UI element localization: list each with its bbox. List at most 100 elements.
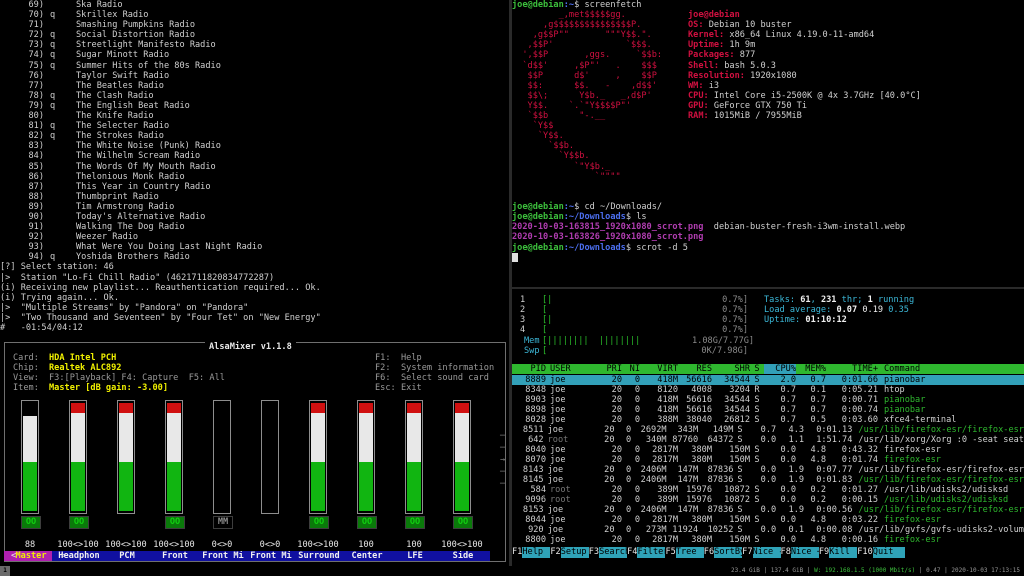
mute-toggle[interactable]: OO bbox=[21, 516, 41, 529]
pianobar-terminal[interactable]: 69) Ska Radio 70) q Skrillex Radio 71) Smashin… bbox=[0, 0, 508, 338]
column-header[interactable]: CPU% bbox=[764, 364, 796, 374]
process-row[interactable]: 642 root 20 0 340M 87760 64372 S 0.0 1.1 1:51.74/u… bbox=[512, 435, 1024, 445]
station-row[interactable]: 83) The White Noise (Punk) Radio bbox=[0, 141, 508, 151]
alsamixer-terminal[interactable]: AlsaMixer v1.1.8 Card: HDA Intel PCH Chip… bbox=[0, 338, 508, 566]
station-row[interactable]: 79) q The English Beat Radio bbox=[0, 101, 508, 111]
column-header[interactable]: MEM% bbox=[796, 364, 826, 374]
station-row[interactable]: 93) What Were You Doing Last Night Radio bbox=[0, 242, 508, 252]
volume-slider[interactable] bbox=[165, 400, 183, 514]
process-row[interactable]: 8898 joe 20 0 418M 56616 34544 S 0.7 0.7 0:00.74 pi… bbox=[512, 405, 1024, 415]
column-header[interactable]: S bbox=[750, 364, 764, 374]
volume-slider[interactable] bbox=[357, 400, 375, 514]
volume-slider[interactable] bbox=[69, 400, 87, 514]
mixer-channel[interactable]: MM 0<>0 Front Mi bbox=[196, 400, 250, 562]
volume-slider[interactable] bbox=[213, 400, 231, 514]
station-row[interactable]: 73) q Streetlight Manifesto Radio bbox=[0, 40, 508, 50]
fkey-nice-button[interactable]: Nice + bbox=[790, 547, 819, 558]
column-header[interactable]: NI bbox=[622, 364, 640, 374]
channel-name[interactable]: Surround bbox=[292, 551, 346, 562]
mixer-channel[interactable]: OO 100<>100 Headphon bbox=[52, 400, 106, 562]
channel-name[interactable]: PCM bbox=[100, 551, 154, 562]
station-row[interactable]: 81) q The Selecter Radio bbox=[0, 121, 508, 131]
process-row[interactable]: 8145 joe 20 0 2406M 147M 87836 S 0.0 1.9 0:01.83/u… bbox=[512, 475, 1024, 485]
fkey-help-button[interactable]: Help bbox=[522, 547, 551, 558]
process-table-header[interactable]: PID USER PRI NI VIRT RES SHR S CPU% MEM% TIME+ Comm… bbox=[512, 364, 1024, 374]
station-row[interactable]: 80) The Knife Radio bbox=[0, 111, 508, 121]
channel-name[interactable]: Side bbox=[436, 551, 490, 562]
fkey-setup-button[interactable]: Setup bbox=[560, 547, 589, 558]
station-row[interactable]: 88) Thumbprint Radio bbox=[0, 192, 508, 202]
mixer-channel[interactable]: OO 100<>100 Surround bbox=[292, 400, 346, 562]
fkey-sortby-button[interactable]: SortBy bbox=[714, 547, 743, 558]
station-row[interactable]: 86) Thelonious Monk Radio bbox=[0, 172, 508, 182]
station-row[interactable]: 87) This Year in Country Radio bbox=[0, 182, 508, 192]
station-row[interactable]: 75) q Summer Hits of the 80s Radio bbox=[0, 61, 508, 71]
column-header[interactable]: PID bbox=[512, 364, 546, 374]
process-row[interactable]: 8348 joe 20 0 8120 4008 3204 R 0.7 0.1 0:05.21 htop bbox=[512, 385, 1024, 395]
station-row[interactable]: 77) The Beatles Radio bbox=[0, 81, 508, 91]
fkey-search-button[interactable]: Search bbox=[599, 547, 628, 558]
mute-toggle[interactable]: OO bbox=[357, 516, 377, 529]
station-row[interactable]: 85) The Words Of My Mouth Radio bbox=[0, 162, 508, 172]
process-row[interactable]: 8028 joe 20 0 388M 38040 26812 S 0.7 0.5 0:03.60 xf… bbox=[512, 415, 1024, 425]
htop-terminal[interactable]: 1 [| 0.7%] 2[0.7%] 3 [| 0.7%] 4[0.7%] Mem [||||||… bbox=[512, 289, 1024, 566]
process-row[interactable]: 584 root 20 0 389M 15976 10872 S 0.0 0.2 0:01.27/u… bbox=[512, 485, 1024, 495]
process-row[interactable]: 8153 joe 20 0 2406M 147M 87836 S 0.0 1.9 0:00.56/u… bbox=[512, 505, 1024, 515]
channel-name[interactable]: Center bbox=[340, 551, 394, 562]
column-header[interactable]: SHR bbox=[712, 364, 750, 374]
process-row[interactable]: 8800 joe 20 0 2817M 380M 150M S 0.0 4.8 0:00.16 fir… bbox=[512, 535, 1024, 545]
volume-slider[interactable] bbox=[453, 400, 471, 514]
process-row[interactable]: 8044 joe 20 0 2817M 380M 150M S 0.0 4.8 0:03.22 fir… bbox=[512, 515, 1024, 525]
volume-slider[interactable] bbox=[405, 400, 423, 514]
volume-slider[interactable] bbox=[21, 400, 39, 514]
process-row[interactable]: 8040 joe 20 0 2817M 380M 150M S 0.0 4.8 0:43.32 fir… bbox=[512, 445, 1024, 455]
column-header[interactable]: TIME+ bbox=[826, 364, 878, 374]
mixer-channel[interactable]: 0<>0 Front Mi bbox=[244, 400, 298, 562]
mixer-channel[interactable]: OO 100<>100 Side bbox=[436, 400, 490, 562]
fkey-nice-button[interactable]: Nice - bbox=[752, 547, 781, 558]
process-row[interactable]: 8143 joe 20 0 2406M 147M 87836 S 0.0 1.9 0:07.77/u… bbox=[512, 465, 1024, 475]
column-header[interactable]: USER bbox=[546, 364, 590, 374]
process-row[interactable]: 8903 joe 20 0 418M 56616 34544 S 0.7 0.7 0:00.71 pi… bbox=[512, 395, 1024, 405]
mute-toggle[interactable]: MM bbox=[213, 516, 233, 529]
mixer-channel[interactable]: OO 100 LFE bbox=[388, 400, 442, 562]
station-row[interactable]: 74) q Sugar Minott Radio bbox=[0, 50, 508, 60]
channel-name[interactable]: Front bbox=[148, 551, 202, 562]
process-row[interactable]: 8070 joe 20 0 2817M 380M 150M S 0.0 4.8 0:01.74 fir… bbox=[512, 455, 1024, 465]
mixer-channel[interactable]: OO 100<>100 Front bbox=[148, 400, 202, 562]
column-header[interactable]: VIRT bbox=[640, 364, 678, 374]
fkey-tree-button[interactable]: Tree bbox=[675, 547, 704, 558]
mixer-channel[interactable]: OO 100 Center bbox=[340, 400, 394, 562]
channel-name[interactable]: LFE bbox=[388, 551, 442, 562]
station-row[interactable]: 92) Weezer Radio bbox=[0, 232, 508, 242]
volume-slider[interactable] bbox=[309, 400, 327, 514]
mute-toggle[interactable]: OO bbox=[69, 516, 89, 529]
station-row[interactable]: 71) Smashing Pumpkins Radio bbox=[0, 20, 508, 30]
station-row[interactable]: 72) q Social Distortion Radio bbox=[0, 30, 508, 40]
process-row[interactable]: 9096 root 20 0 389M 15976 10872 S 0.0 0.2 0:00.15 /… bbox=[512, 495, 1024, 505]
column-header[interactable]: Command bbox=[878, 364, 920, 374]
process-row[interactable]: 920 joe 20 0 273M 11924 10252 S 0.0 0.1 0:00.08/us… bbox=[512, 525, 1024, 535]
station-row[interactable]: 94) q Yoshida Brothers Radio bbox=[0, 252, 508, 262]
station-row[interactable]: 89) Tim Armstrong Radio bbox=[0, 202, 508, 212]
station-row[interactable]: 70) q Skrillex Radio bbox=[0, 10, 508, 20]
mute-toggle[interactable]: OO bbox=[405, 516, 425, 529]
station-row[interactable]: 82) q The Strokes Radio bbox=[0, 131, 508, 141]
screenfetch-terminal[interactable]: joe@debian:~$ screenfetch _,met$$$$$gg. … bbox=[512, 0, 1024, 287]
workspace-button[interactable]: 1 bbox=[0, 566, 10, 576]
mute-toggle[interactable]: OO bbox=[165, 516, 185, 529]
mute-toggle[interactable]: OO bbox=[453, 516, 473, 529]
fkey-filter-button[interactable]: Filter bbox=[637, 547, 666, 558]
fkey-quit-button[interactable]: Quit bbox=[872, 547, 905, 558]
mixer-channel[interactable]: 100<>100 PCM bbox=[100, 400, 154, 562]
process-row[interactable]: 8511 joe 20 0 2692M 343M 149M S 0.7 4.3 0:01.13/us… bbox=[512, 425, 1024, 435]
station-row[interactable]: 90) Today's Alternative Radio bbox=[0, 212, 508, 222]
station-row[interactable]: 91) Walking The Dog Radio bbox=[0, 222, 508, 232]
process-row[interactable]: 8889 joe 20 0 418M 56616 34544 S 2.0 0.7 0:01.66 pi… bbox=[512, 375, 1024, 385]
mute-toggle[interactable]: OO bbox=[309, 516, 329, 529]
view-value[interactable]: F3:[Playback] F4: Capture F5: All bbox=[49, 373, 225, 383]
station-row[interactable]: 78) q The Clash Radio bbox=[0, 91, 508, 101]
volume-slider[interactable] bbox=[117, 400, 135, 514]
station-row[interactable]: 69) Ska Radio bbox=[0, 0, 508, 10]
channel-name[interactable]: Front Mi bbox=[244, 551, 298, 562]
